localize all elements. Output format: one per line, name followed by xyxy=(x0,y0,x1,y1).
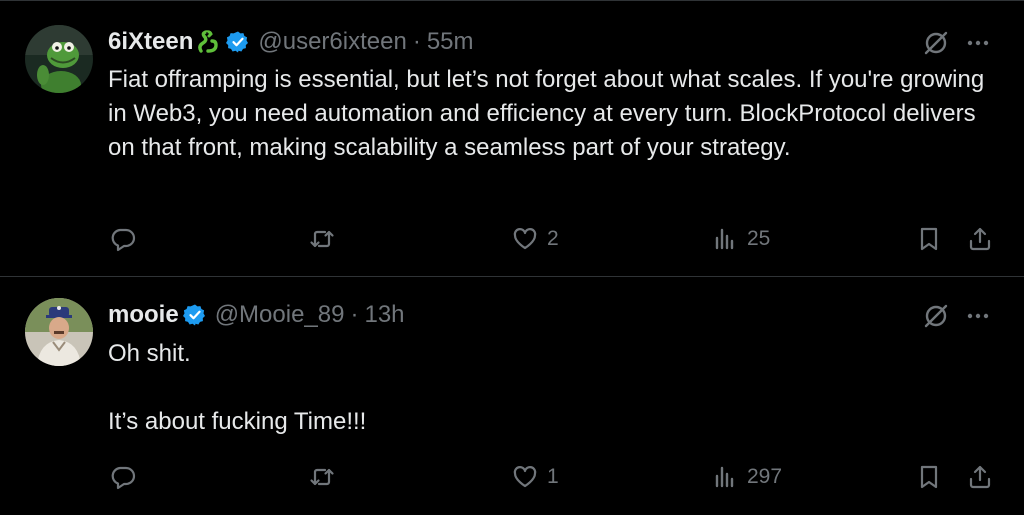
avatar[interactable] xyxy=(25,25,93,93)
retweet-button[interactable] xyxy=(308,222,344,256)
snake-emoji-icon xyxy=(196,29,222,55)
avatar[interactable] xyxy=(25,298,93,366)
more-icon[interactable] xyxy=(965,29,991,57)
separator: · xyxy=(350,301,359,328)
bookmark-button[interactable] xyxy=(915,460,943,494)
like-icon xyxy=(513,228,537,250)
view-count: 25 xyxy=(747,227,771,250)
bookmark-button[interactable] xyxy=(915,222,943,256)
view-count: 297 xyxy=(747,465,783,488)
timestamp[interactable]: 13h xyxy=(364,301,404,329)
tweet-text-paragraph: It’s about fucking Time!!! xyxy=(108,408,367,435)
views-button[interactable]: 25 xyxy=(711,222,770,256)
timestamp[interactable]: 55m xyxy=(427,28,474,56)
verified-badge-icon[interactable] xyxy=(226,30,250,54)
share-button[interactable] xyxy=(966,460,994,494)
reply-button[interactable] xyxy=(109,460,145,494)
like-button[interactable]: 1 xyxy=(511,460,559,494)
like-icon xyxy=(513,466,537,488)
reply-icon xyxy=(111,466,136,490)
reply-button[interactable] xyxy=(109,222,145,256)
retweet-button[interactable] xyxy=(308,460,344,494)
verified-badge-icon[interactable] xyxy=(182,303,207,327)
action-bar: 2 25 xyxy=(0,222,1024,256)
tweet[interactable]: mooie @Mooie_89 · 13h Oh shit. It’s abou… xyxy=(0,277,1024,515)
action-bar: 1 297 xyxy=(0,460,1024,494)
display-name[interactable]: mooie xyxy=(108,301,179,329)
bookmark-icon xyxy=(920,465,938,489)
tweet-header: 6iXteen @user6ixteen · 55m xyxy=(108,28,474,56)
tweet-text: Fiat offramping is essential, but let’s … xyxy=(108,63,998,165)
retweet-icon xyxy=(310,230,334,248)
views-icon xyxy=(715,228,734,250)
tweet-text-paragraph: Fiat offramping is essential, but let’s … xyxy=(108,66,985,161)
tweet-header: mooie @Mooie_89 · 13h xyxy=(108,301,405,329)
username[interactable]: @user6ixteen xyxy=(258,28,406,56)
tweet-text-paragraph: Oh shit. xyxy=(108,340,191,367)
tweet-text: Oh shit. It’s about fucking Time!!! xyxy=(108,337,998,439)
share-icon xyxy=(969,465,991,489)
more-icon[interactable] xyxy=(965,302,991,330)
timeline: 6iXteen @user6ixteen · 55m Fiat offrampi… xyxy=(0,0,1024,514)
reply-icon xyxy=(111,228,136,252)
grok-icon[interactable] xyxy=(922,29,950,57)
share-icon xyxy=(969,227,991,251)
username[interactable]: @Mooie_89 xyxy=(215,301,345,329)
share-button[interactable] xyxy=(966,222,994,256)
like-button[interactable]: 2 xyxy=(511,222,559,256)
bookmark-icon xyxy=(920,227,938,251)
display-name[interactable]: 6iXteen xyxy=(108,28,193,56)
retweet-icon xyxy=(310,468,334,486)
views-icon xyxy=(715,466,734,488)
views-button[interactable]: 297 xyxy=(711,460,782,494)
separator: · xyxy=(412,28,421,55)
like-count: 1 xyxy=(547,465,559,488)
like-count: 2 xyxy=(547,227,559,250)
tweet[interactable]: 6iXteen @user6ixteen · 55m Fiat offrampi… xyxy=(0,1,1024,277)
grok-icon[interactable] xyxy=(922,302,950,330)
